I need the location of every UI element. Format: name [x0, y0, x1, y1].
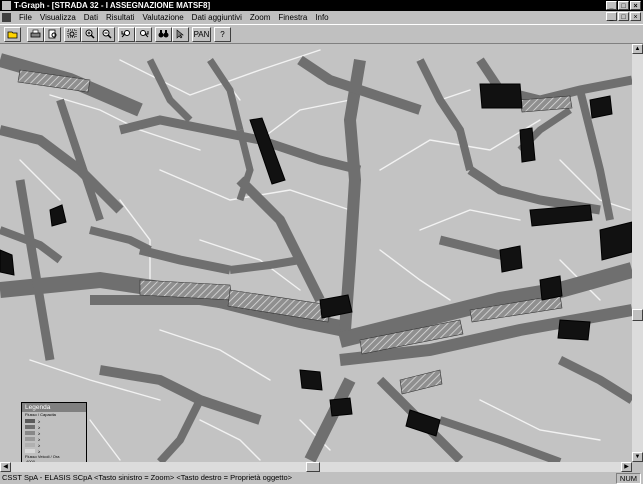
vertical-scrollbar[interactable]: ▲ ▼	[632, 44, 643, 462]
zoom-out-icon	[102, 29, 112, 39]
open-icon	[7, 31, 18, 39]
redo-zoom-icon	[140, 30, 149, 38]
status-bar: CSST SpA - ELASIS SCpA <Tasto sinistro =…	[0, 472, 643, 484]
legend-label: ≥	[38, 436, 41, 442]
network-thin-links	[19, 49, 631, 461]
print-preview-icon	[48, 29, 57, 39]
scroll-right-arrow-icon[interactable]: ▶	[621, 462, 632, 472]
zoom-out-button[interactable]	[98, 27, 115, 42]
scroll-left-arrow-icon[interactable]: ◀	[0, 462, 11, 472]
menu-visualizza[interactable]: Visualizza	[36, 13, 80, 22]
legend-swatch	[25, 425, 35, 429]
legend-panel[interactable]: Legenda Flusso / Capacita ≥ ≥ ≥ ≥ ≥ ≥ Flusso …	[21, 402, 87, 462]
legend-swatch	[25, 431, 35, 435]
legend-swatch	[25, 449, 35, 453]
maximize-button[interactable]: □	[618, 1, 629, 10]
legend-swatch	[25, 419, 35, 423]
print-icon	[30, 29, 41, 38]
tgraph-app-icon[interactable]	[2, 1, 11, 10]
undo-zoom-button[interactable]	[118, 27, 135, 42]
status-text: CSST SpA - ELASIS SCpA <Tasto sinistro =…	[2, 473, 293, 482]
menu-finestra[interactable]: Finestra	[274, 13, 311, 22]
menu-file[interactable]: File	[15, 13, 36, 22]
menu-dati-aggiuntivi[interactable]: Dati aggiuntivi	[188, 13, 246, 22]
pan-button[interactable]: PAN	[192, 27, 211, 42]
zoom-window-icon	[67, 29, 77, 38]
scrollbar-corner	[632, 462, 643, 472]
menu-dati[interactable]: Dati	[80, 13, 102, 22]
redo-zoom-button[interactable]	[135, 27, 152, 42]
road-network[interactable]	[0, 44, 632, 462]
network-map[interactable]: Legenda Flusso / Capacita ≥ ≥ ≥ ≥ ≥ ≥ Flusso …	[0, 44, 632, 462]
vertical-scroll-thumb[interactable]	[632, 309, 643, 321]
legend-label: ≥	[38, 418, 41, 424]
horizontal-scroll-thumb[interactable]	[306, 462, 320, 472]
legend-label: ≥	[38, 442, 41, 448]
zoom-in-icon	[85, 29, 95, 39]
binoculars-icon	[158, 30, 169, 38]
print-preview-button[interactable]	[44, 27, 61, 42]
find-button[interactable]	[155, 27, 172, 42]
menu-bar: File Visualizza Dati Risultati Valutazio…	[0, 11, 643, 24]
minimize-button[interactable]: _	[606, 1, 617, 10]
document-icon[interactable]	[2, 13, 11, 22]
undo-zoom-icon	[121, 30, 130, 38]
select-button[interactable]	[172, 27, 189, 42]
open-button[interactable]	[4, 27, 21, 42]
legend-label: ≥	[38, 430, 41, 436]
print-button[interactable]	[27, 27, 44, 42]
legend-swatch	[25, 443, 35, 447]
menu-valutazione[interactable]: Valutazione	[138, 13, 187, 22]
doc-restore-button[interactable]: □	[618, 12, 629, 21]
zoom-in-button[interactable]	[81, 27, 98, 42]
scroll-down-arrow-icon[interactable]: ▼	[632, 452, 643, 462]
doc-close-button[interactable]: ×	[630, 12, 641, 21]
toolbar: PAN ?	[0, 24, 643, 44]
legend-label: ≥	[38, 448, 41, 454]
legend-title: Legenda	[22, 403, 86, 412]
legend-swatch	[25, 437, 35, 441]
legend-label: ≥	[38, 424, 41, 430]
window-title: T-Graph - [STRADA 32 - I ASSEGNAZIONE MA…	[14, 1, 211, 10]
menu-risultati[interactable]: Risultati	[102, 13, 138, 22]
menu-info[interactable]: Info	[311, 13, 332, 22]
select-icon	[176, 29, 184, 39]
title-bar: T-Graph - [STRADA 32 - I ASSEGNAZIONE MA…	[0, 0, 643, 11]
zoom-window-button[interactable]	[64, 27, 81, 42]
horizontal-scrollbar[interactable]: ◀ ▶	[0, 462, 632, 472]
menu-zoom[interactable]: Zoom	[246, 13, 274, 22]
doc-minimize-button[interactable]: _	[606, 12, 617, 21]
help-button[interactable]: ?	[214, 27, 231, 42]
close-button[interactable]: ×	[630, 1, 641, 10]
road-links	[0, 53, 632, 462]
scroll-up-arrow-icon[interactable]: ▲	[632, 44, 643, 54]
num-lock-indicator: NUM	[615, 473, 641, 484]
